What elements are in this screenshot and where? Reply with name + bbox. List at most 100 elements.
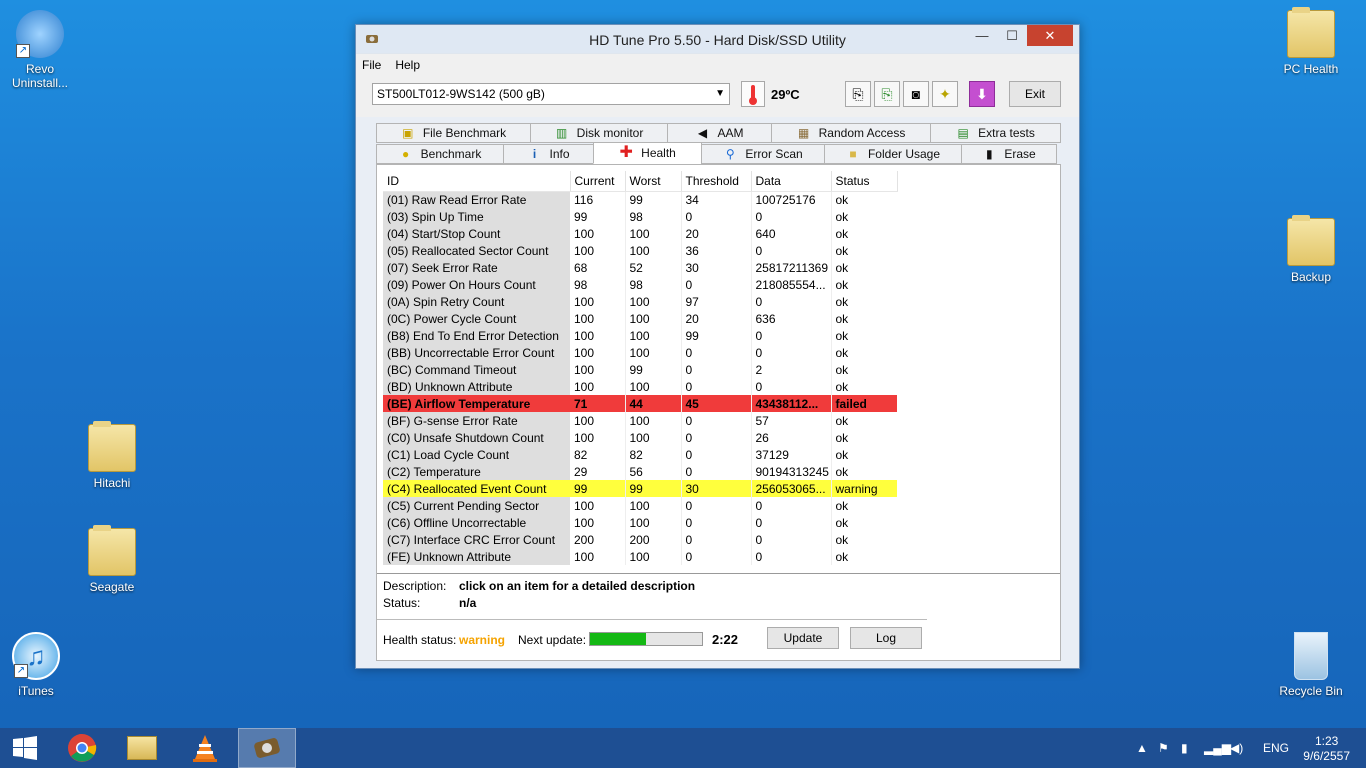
- desktop-icon-recycle-bin[interactable]: Recycle Bin: [1271, 632, 1351, 698]
- tab-folder-usage[interactable]: ■ Folder Usage: [824, 144, 962, 164]
- copy-all-button[interactable]: ⎘: [874, 81, 900, 107]
- title-bar[interactable]: HD Tune Pro 5.50 - Hard Disk/SSD Utility…: [356, 25, 1079, 53]
- save-button[interactable]: ⬇: [969, 81, 995, 107]
- desktop-icon-backup[interactable]: Backup: [1271, 215, 1351, 284]
- table-row[interactable]: (BF) G-sense Error Rate 100 100 0 57 ok: [383, 412, 897, 429]
- tab-file-benchmark[interactable]: ▣ File Benchmark: [376, 123, 531, 143]
- table-row[interactable]: (03) Spin Up Time 99 98 0 0 ok: [383, 208, 897, 225]
- column-header-status[interactable]: Status: [831, 171, 898, 192]
- taskbar-file-explorer[interactable]: [113, 728, 171, 768]
- desktop-icon-pc-health[interactable]: PC Health: [1271, 7, 1351, 76]
- table-row[interactable]: (BD) Unknown Attribute 100 100 0 0 ok: [383, 378, 897, 395]
- column-header-threshold[interactable]: Threshold: [681, 171, 752, 192]
- power-icon[interactable]: ▮: [1181, 741, 1188, 755]
- table-row[interactable]: (BC) Command Timeout 100 99 0 2 ok: [383, 361, 897, 378]
- chevron-down-icon: ▼: [715, 88, 725, 99]
- tab-benchmark[interactable]: ● Benchmark: [376, 144, 504, 164]
- tab-random-access[interactable]: ▦ Random Access: [771, 123, 931, 143]
- volume-icon[interactable]: ◀): [1230, 741, 1243, 755]
- tab-health[interactable]: ✚ Health: [593, 142, 702, 164]
- table-row[interactable]: (C5) Current Pending Sector 100 100 0 0 ok: [383, 497, 897, 514]
- cell-data: 90194313245: [751, 463, 832, 480]
- tab-error-scan[interactable]: ⚲ Error Scan: [701, 144, 825, 164]
- column-header-current[interactable]: Current: [570, 171, 626, 192]
- table-row[interactable]: (C0) Unsafe Shutdown Count 100 100 0 26 ok: [383, 429, 897, 446]
- table-row[interactable]: (07) Seek Error Rate 68 52 30 25817211369 ok: [383, 259, 897, 276]
- desktop-icon-seagate[interactable]: Seagate: [72, 525, 152, 594]
- next-update-label: Next update:: [518, 633, 587, 647]
- desktop-icon-itunes[interactable]: ♫ ↗ iTunes: [0, 632, 76, 698]
- table-row[interactable]: (0C) Power Cycle Count 100 100 20 636 ok: [383, 310, 897, 327]
- cell-id: (FE) Unknown Attribute: [383, 548, 570, 565]
- cell-status: ok: [835, 277, 849, 292]
- table-row[interactable]: (0A) Spin Retry Count 100 100 97 0 ok: [383, 293, 897, 310]
- menu-help[interactable]: Help: [395, 58, 420, 72]
- cell-id: (C2) Temperature: [383, 463, 570, 480]
- cell-worst: 98: [625, 208, 682, 225]
- table-row[interactable]: (01) Raw Read Error Rate 116 99 34 100725176…: [383, 191, 897, 208]
- table-row[interactable]: (C6) Offline Uncorrectable 100 100 0 0 ok: [383, 514, 897, 531]
- desktop-icon-label: Revo Uninstall...: [11, 62, 69, 90]
- cell-id: (BB) Uncorrectable Error Count: [383, 344, 570, 361]
- column-header-worst[interactable]: Worst: [625, 171, 682, 192]
- column-header-data[interactable]: Data: [751, 171, 832, 192]
- menu-file[interactable]: File: [362, 58, 381, 72]
- table-row[interactable]: (BB) Uncorrectable Error Count 100 100 0 0 ok: [383, 344, 897, 361]
- table-row[interactable]: (04) Start/Stop Count 100 100 20 640 ok: [383, 225, 897, 242]
- drive-select[interactable]: ST500LT012-9WS142 (500 gB) ▼: [372, 83, 730, 105]
- tab-row-2: ● Benchmark i Info ✚ Health ⚲ Error Scan…: [376, 142, 1061, 164]
- tab-label: Extra tests: [978, 126, 1035, 140]
- options-button[interactable]: ✦: [932, 81, 958, 107]
- column-header-id[interactable]: ID: [383, 171, 571, 192]
- tab-extra-tests[interactable]: ▤ Extra tests: [930, 123, 1061, 143]
- cell-status: ok: [835, 464, 849, 479]
- cell-current: 71: [570, 395, 626, 412]
- table-row[interactable]: (FE) Unknown Attribute 100 100 0 0 ok: [383, 548, 897, 565]
- screenshot-button[interactable]: ◙: [903, 81, 929, 107]
- cell-status: failed: [831, 395, 897, 412]
- extra-tests-icon: ▤: [957, 126, 969, 140]
- clock[interactable]: 1:23 9/6/2557: [1303, 734, 1350, 764]
- lightbulb-icon: ●: [402, 147, 410, 161]
- start-button[interactable]: [0, 728, 50, 768]
- taskbar-hd-tune[interactable]: [238, 728, 296, 768]
- table-row[interactable]: (C2) Temperature 29 56 0 90194313245 ok: [383, 463, 897, 480]
- cell-id: (01) Raw Read Error Rate: [383, 191, 570, 208]
- language-indicator[interactable]: ENG: [1263, 741, 1289, 755]
- close-button[interactable]: ✕: [1027, 25, 1073, 46]
- table-row[interactable]: (09) Power On Hours Count 98 98 0 218085554.…: [383, 276, 897, 293]
- show-hidden-icons-icon[interactable]: ▲: [1136, 741, 1148, 755]
- health-status-label: Health status:: [383, 633, 457, 647]
- cell-threshold: 0: [681, 378, 752, 395]
- cell-status: ok: [835, 379, 849, 394]
- minimize-button[interactable]: —: [967, 25, 997, 46]
- log-button[interactable]: Log: [850, 627, 922, 649]
- tab-disk-monitor[interactable]: ▥ Disk monitor: [530, 123, 668, 143]
- tab-label: AAM: [717, 126, 744, 140]
- tab-erase[interactable]: ▮ Erase: [961, 144, 1057, 164]
- cell-current: 100: [570, 497, 626, 514]
- table-row[interactable]: (C1) Load Cycle Count 82 82 0 37129 ok: [383, 446, 897, 463]
- table-row[interactable]: (BE) Airflow Temperature 71 44 45 43438112..…: [383, 395, 897, 412]
- taskbar-chrome[interactable]: [53, 728, 111, 768]
- desktop-icon-revo[interactable]: ↗ Revo Uninstall...: [0, 10, 80, 90]
- maximize-button[interactable]: ☐: [997, 25, 1027, 46]
- desktop-icon-hitachi[interactable]: Hitachi: [72, 421, 152, 490]
- table-row[interactable]: (C7) Interface CRC Error Count 200 200 0 0 ok: [383, 531, 897, 548]
- table-row[interactable]: (05) Reallocated Sector Count 100 100 36 0 ok: [383, 242, 897, 259]
- update-button[interactable]: Update: [767, 627, 839, 649]
- tab-aam[interactable]: ◀ AAM: [667, 123, 772, 143]
- cell-threshold: 0: [681, 361, 752, 378]
- exit-button[interactable]: Exit: [1009, 81, 1061, 107]
- tab-info[interactable]: i Info: [503, 144, 594, 164]
- cell-threshold: 0: [681, 276, 752, 293]
- cell-worst: 100: [625, 378, 682, 395]
- action-center-flag-icon[interactable]: ⚑: [1158, 741, 1169, 755]
- thermometer-icon: [741, 81, 765, 107]
- cell-data: 256053065...: [751, 480, 832, 497]
- table-row[interactable]: (B8) End To End Error Detection 100 100 99 0…: [383, 327, 897, 344]
- table-row[interactable]: (C4) Reallocated Event Count 99 99 30 256053…: [383, 480, 897, 497]
- taskbar-vlc[interactable]: [176, 728, 234, 768]
- copy-info-button[interactable]: ⎘: [845, 81, 871, 107]
- network-signal-icon[interactable]: ▂▄▆: [1204, 741, 1231, 755]
